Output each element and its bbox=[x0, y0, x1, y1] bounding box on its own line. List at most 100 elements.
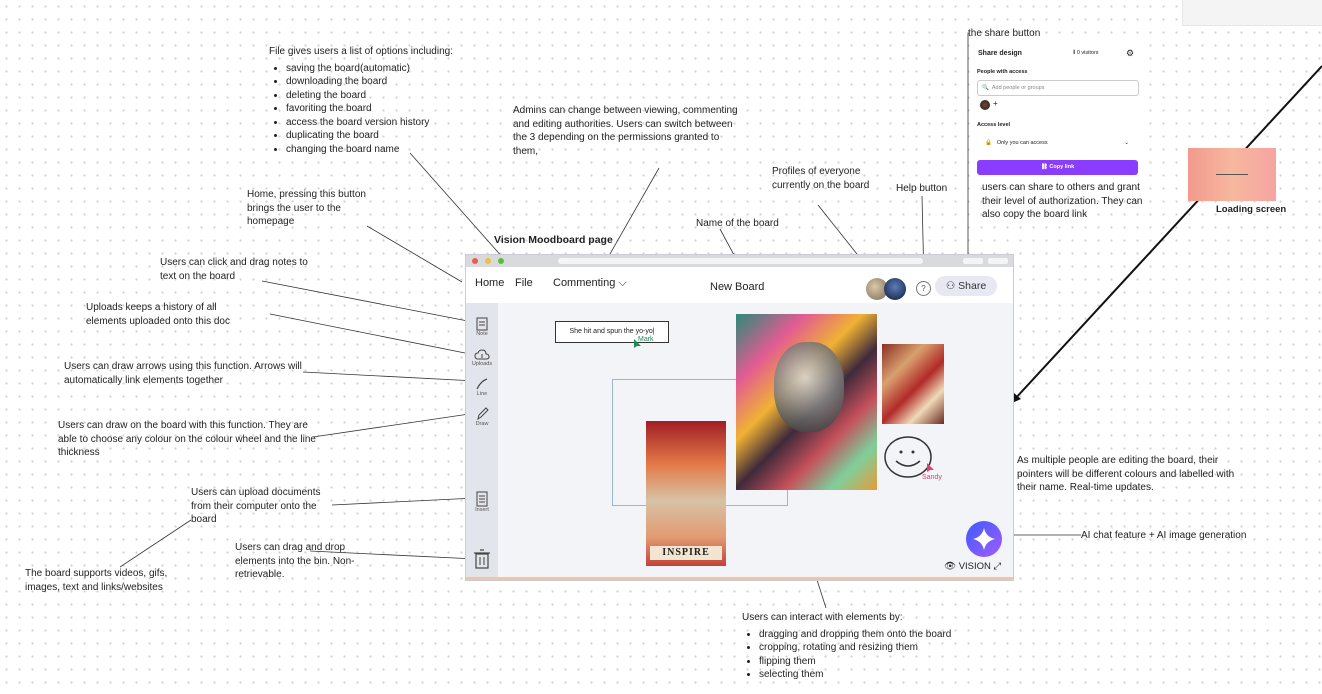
collage-image-inspire[interactable]: INSPIRE bbox=[646, 421, 726, 566]
interact-option: selecting them bbox=[759, 668, 1002, 682]
page-title: Vision Moodboard page bbox=[494, 234, 613, 246]
uploads-tool-label: Uploads bbox=[471, 361, 493, 367]
window-button[interactable] bbox=[988, 258, 1008, 264]
avatar[interactable] bbox=[884, 278, 906, 300]
supports-annotation: The board supports videos, gifs, images,… bbox=[25, 568, 168, 593]
access-level-label: Access level bbox=[977, 122, 1011, 128]
search-icon: 🔍 bbox=[982, 85, 989, 91]
file-option: downloading the board bbox=[286, 75, 499, 89]
cursor-icon bbox=[927, 463, 934, 472]
home-button[interactable]: Home bbox=[475, 277, 504, 289]
vision-logo-text: VISION bbox=[958, 561, 991, 572]
cloud-upload-icon bbox=[474, 349, 490, 360]
line-tool[interactable]: Line bbox=[469, 377, 495, 397]
insert-annotation: Users can upload documents from their co… bbox=[191, 487, 321, 525]
chevron-down-icon: ⌵ bbox=[615, 277, 627, 289]
trash-bin-icon bbox=[474, 549, 490, 569]
note-tool[interactable]: Note bbox=[469, 317, 495, 337]
uploads-annotation: Uploads keeps a history of all elements … bbox=[86, 302, 230, 327]
insert-tool-label: Insert bbox=[475, 507, 489, 513]
note-icon bbox=[476, 317, 488, 331]
bin-tool[interactable] bbox=[469, 549, 495, 569]
uploads-tool[interactable]: Uploads bbox=[469, 349, 495, 367]
add-person-icon[interactable]: + bbox=[993, 99, 998, 108]
collage-image-stars[interactable] bbox=[882, 344, 944, 424]
commenting-dropdown[interactable]: Commenting ⌵ bbox=[553, 277, 627, 290]
avatar[interactable] bbox=[980, 100, 990, 110]
bin-annotation: Users can drag and drop elements into th… bbox=[235, 542, 355, 580]
add-people-input[interactable]: 🔍 Add people or groups bbox=[977, 80, 1139, 96]
share-panel-title: Share design bbox=[978, 50, 1022, 57]
board-name[interactable]: New Board bbox=[710, 281, 764, 293]
pointers-annotation: As multiple people are editing the board… bbox=[1017, 455, 1235, 493]
interact-annotation: Users can interact with elements by: dra… bbox=[742, 611, 1002, 682]
loading-screen-preview bbox=[1188, 148, 1276, 201]
profiles-annotation: Profiles of everyone currently on the bo… bbox=[772, 166, 870, 191]
board-canvas[interactable]: She hit and spun the yo-yo| Mark INSPIRE… bbox=[498, 303, 1013, 580]
line-arrow-icon bbox=[476, 378, 488, 390]
arrows-annotation: Users can draw arrows using this functio… bbox=[64, 361, 302, 386]
window-button[interactable] bbox=[963, 258, 983, 264]
board-window: Home File Commenting ⌵ New Board ? ⚇ Sha… bbox=[465, 254, 1014, 581]
eye-icon: 👁 bbox=[944, 561, 959, 572]
board-bottom-border bbox=[466, 577, 1013, 580]
lock-icon: 🔒 bbox=[985, 140, 992, 146]
interact-option: dragging and dropping them onto the boar… bbox=[759, 628, 1002, 642]
window-titlebar bbox=[466, 255, 1013, 267]
line-tool-label: Line bbox=[476, 391, 488, 397]
file-option: changing the board name bbox=[286, 143, 499, 157]
collage-image-face[interactable] bbox=[736, 314, 877, 490]
copy-link-button[interactable]: ⛓ Copy link bbox=[977, 160, 1138, 175]
maximize-window-icon[interactable] bbox=[498, 258, 504, 264]
admins-annotation: Admins can change between viewing, comme… bbox=[513, 105, 738, 157]
offscreen-frame bbox=[1182, 0, 1322, 26]
note-tool-label: Note bbox=[476, 331, 488, 337]
draw-tool-label: Draw bbox=[475, 421, 489, 427]
share-button-annotation: the share button bbox=[968, 28, 1041, 39]
ai-annotation: AI chat feature + AI image generation bbox=[1081, 530, 1247, 541]
sparkle-icon bbox=[973, 528, 995, 550]
cursor-label-sandy: Sandy bbox=[922, 474, 942, 481]
people-label: People with access bbox=[977, 69, 1028, 75]
pencil-icon bbox=[477, 407, 489, 421]
visitor-count: ⫴ 0 visitors bbox=[1073, 50, 1099, 56]
file-option: duplicating the board bbox=[286, 129, 499, 143]
insert-tool[interactable]: Insert bbox=[469, 491, 495, 513]
address-bar[interactable] bbox=[558, 258, 923, 264]
share-panel: Share design ⫴ 0 visitors ⚙ People with … bbox=[970, 42, 1142, 180]
access-level-select[interactable]: 🔒 Only you can access ⌄ bbox=[977, 136, 1137, 150]
file-option: favoriting the board bbox=[286, 102, 499, 116]
minimize-window-icon[interactable] bbox=[485, 258, 491, 264]
draw-tool[interactable]: Draw bbox=[469, 407, 495, 427]
vision-brand: 👁 VISION ⤢ bbox=[944, 561, 1001, 572]
ai-chat-button[interactable] bbox=[966, 521, 1002, 557]
help-button[interactable]: ? bbox=[916, 281, 931, 296]
add-user-icon: ⚇ bbox=[945, 280, 959, 292]
close-window-icon[interactable] bbox=[472, 258, 478, 264]
interact-option: flipping them bbox=[759, 655, 1002, 669]
interact-option: cropping, rotating and resizing them bbox=[759, 641, 1002, 655]
file-option: deleting the board bbox=[286, 89, 499, 103]
loading-title: Loading screen bbox=[1216, 204, 1287, 215]
name-annotation: Name of the board bbox=[696, 218, 779, 229]
file-menu[interactable]: File bbox=[515, 277, 533, 289]
share-description: users can share to others and grant thei… bbox=[982, 182, 1143, 220]
share-label: Share bbox=[958, 280, 987, 292]
share-button[interactable]: ⚇ Share bbox=[935, 276, 997, 296]
file-option: access the board version history bbox=[286, 116, 499, 130]
expand-icon[interactable]: ⤢ bbox=[991, 561, 1002, 572]
commenting-label: Commenting bbox=[553, 277, 616, 289]
settings-gear-icon[interactable]: ⚙ bbox=[1126, 48, 1134, 59]
notes-annotation: Users can click and drag notes to text o… bbox=[160, 257, 308, 282]
tool-sidebar: Note Uploads Line Draw Insert bbox=[466, 303, 498, 580]
top-nav: Home File Commenting ⌵ New Board ? ⚇ Sha… bbox=[466, 267, 1013, 303]
home-annotation: Home, pressing this button brings the us… bbox=[247, 189, 366, 227]
document-icon bbox=[476, 491, 488, 507]
draw-annotation: Users can draw on the board with this fu… bbox=[58, 420, 316, 458]
cursor-label-mark: Mark bbox=[638, 336, 654, 343]
help-annotation: Help button bbox=[896, 183, 948, 194]
file-option: saving the board(automatic) bbox=[286, 62, 499, 76]
chevron-down-icon: ⌄ bbox=[1124, 140, 1129, 146]
file-annotation: File gives users a list of options inclu… bbox=[269, 45, 499, 156]
collage-text: INSPIRE bbox=[650, 546, 722, 560]
